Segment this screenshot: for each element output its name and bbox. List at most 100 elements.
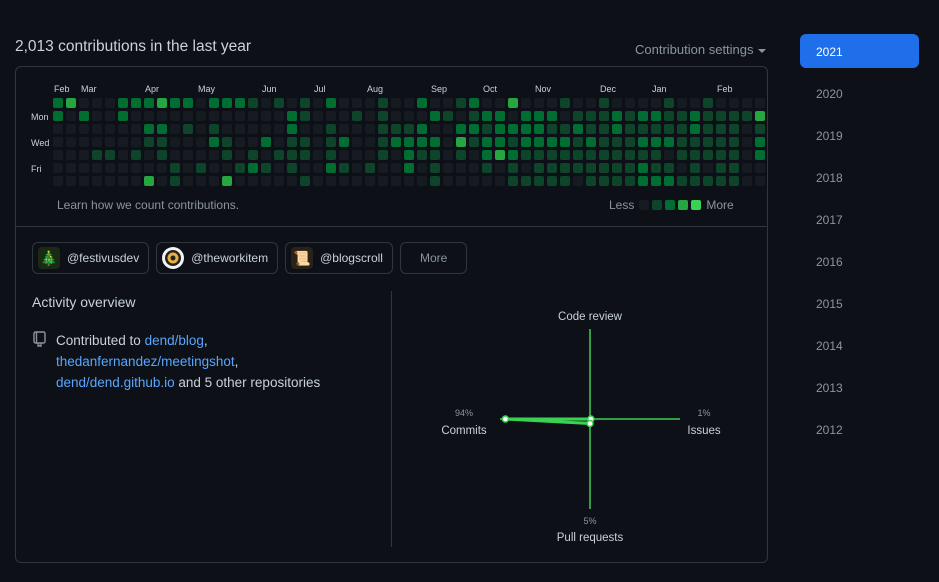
contribution-day[interactable] xyxy=(560,150,570,160)
learn-contributions-link[interactable]: Learn how we count contributions. xyxy=(57,198,239,212)
contribution-day[interactable] xyxy=(573,124,583,134)
contribution-day[interactable] xyxy=(248,176,258,186)
contribution-day[interactable] xyxy=(625,98,635,108)
contribution-day[interactable] xyxy=(378,124,388,134)
more-orgs-button[interactable]: More xyxy=(399,242,468,274)
contribution-day[interactable] xyxy=(300,176,310,186)
contribution-day[interactable] xyxy=(638,150,648,160)
contribution-day[interactable] xyxy=(300,137,310,147)
contribution-day[interactable] xyxy=(53,176,63,186)
contribution-day[interactable] xyxy=(118,137,128,147)
contribution-day[interactable] xyxy=(625,124,635,134)
contribution-day[interactable] xyxy=(521,163,531,173)
contribution-day[interactable] xyxy=(92,111,102,121)
contribution-day[interactable] xyxy=(703,163,713,173)
contribution-day[interactable] xyxy=(742,98,752,108)
contribution-day[interactable] xyxy=(417,163,427,173)
contribution-day[interactable] xyxy=(144,150,154,160)
contribution-day[interactable] xyxy=(235,124,245,134)
contribution-day[interactable] xyxy=(391,176,401,186)
contribution-day[interactable] xyxy=(521,176,531,186)
contribution-day[interactable] xyxy=(690,98,700,108)
contribution-day[interactable] xyxy=(170,111,180,121)
contribution-day[interactable] xyxy=(79,111,89,121)
contribution-day[interactable] xyxy=(560,163,570,173)
contribution-day[interactable] xyxy=(443,163,453,173)
contribution-day[interactable] xyxy=(144,111,154,121)
contribution-day[interactable] xyxy=(625,163,635,173)
contribution-day[interactable] xyxy=(716,124,726,134)
contribution-day[interactable] xyxy=(144,137,154,147)
contribution-day[interactable] xyxy=(456,124,466,134)
year-link-2018[interactable]: 2018 xyxy=(800,160,919,194)
contribution-day[interactable] xyxy=(716,137,726,147)
contribution-day[interactable] xyxy=(378,163,388,173)
contribution-day[interactable] xyxy=(586,98,596,108)
contribution-day[interactable] xyxy=(248,111,258,121)
contribution-day[interactable] xyxy=(573,98,583,108)
contribution-day[interactable] xyxy=(469,111,479,121)
contribution-day[interactable] xyxy=(105,124,115,134)
contribution-day[interactable] xyxy=(716,150,726,160)
contribution-day[interactable] xyxy=(313,98,323,108)
contribution-day[interactable] xyxy=(378,98,388,108)
contribution-day[interactable] xyxy=(66,163,76,173)
contribution-day[interactable] xyxy=(209,163,219,173)
contribution-day[interactable] xyxy=(430,98,440,108)
contribution-day[interactable] xyxy=(261,163,271,173)
contribution-day[interactable] xyxy=(651,124,661,134)
contribution-day[interactable] xyxy=(664,137,674,147)
contribution-day[interactable] xyxy=(547,137,557,147)
contribution-day[interactable] xyxy=(482,163,492,173)
contribution-day[interactable] xyxy=(521,111,531,121)
contribution-day[interactable] xyxy=(417,98,427,108)
contribution-settings-dropdown[interactable]: Contribution settings xyxy=(635,42,766,57)
contribution-day[interactable] xyxy=(235,111,245,121)
contribution-day[interactable] xyxy=(508,111,518,121)
contribution-day[interactable] xyxy=(92,163,102,173)
contribution-day[interactable] xyxy=(118,111,128,121)
contribution-day[interactable] xyxy=(612,111,622,121)
contribution-day[interactable] xyxy=(183,124,193,134)
contribution-day[interactable] xyxy=(534,176,544,186)
contribution-day[interactable] xyxy=(404,124,414,134)
contribution-day[interactable] xyxy=(573,137,583,147)
contribution-day[interactable] xyxy=(196,176,206,186)
contribution-day[interactable] xyxy=(131,176,141,186)
contribution-day[interactable] xyxy=(105,150,115,160)
repo-link[interactable]: dend/blog xyxy=(145,333,204,348)
contribution-day[interactable] xyxy=(495,137,505,147)
contribution-day[interactable] xyxy=(391,124,401,134)
contribution-day[interactable] xyxy=(417,124,427,134)
contribution-day[interactable] xyxy=(66,150,76,160)
contribution-day[interactable] xyxy=(547,111,557,121)
contribution-day[interactable] xyxy=(183,137,193,147)
repo-link[interactable]: dend/dend.github.io xyxy=(56,375,175,390)
contribution-day[interactable] xyxy=(417,150,427,160)
contribution-day[interactable] xyxy=(482,111,492,121)
contribution-day[interactable] xyxy=(248,124,258,134)
contribution-day[interactable] xyxy=(404,176,414,186)
contribution-day[interactable] xyxy=(287,111,297,121)
contribution-day[interactable] xyxy=(482,137,492,147)
contribution-day[interactable] xyxy=(53,137,63,147)
contribution-day[interactable] xyxy=(261,150,271,160)
contribution-day[interactable] xyxy=(716,176,726,186)
contribution-day[interactable] xyxy=(638,137,648,147)
year-link-2012[interactable]: 2012 xyxy=(800,412,919,446)
contribution-day[interactable] xyxy=(287,98,297,108)
contribution-day[interactable] xyxy=(170,124,180,134)
contribution-day[interactable] xyxy=(625,111,635,121)
contribution-day[interactable] xyxy=(339,124,349,134)
contribution-day[interactable] xyxy=(118,98,128,108)
contribution-day[interactable] xyxy=(508,98,518,108)
contribution-day[interactable] xyxy=(677,111,687,121)
contribution-day[interactable] xyxy=(79,137,89,147)
year-link-2014[interactable]: 2014 xyxy=(800,328,919,362)
contribution-day[interactable] xyxy=(404,98,414,108)
contribution-day[interactable] xyxy=(170,176,180,186)
contribution-day[interactable] xyxy=(157,176,167,186)
contribution-day[interactable] xyxy=(365,176,375,186)
contribution-day[interactable] xyxy=(170,163,180,173)
contribution-day[interactable] xyxy=(456,111,466,121)
